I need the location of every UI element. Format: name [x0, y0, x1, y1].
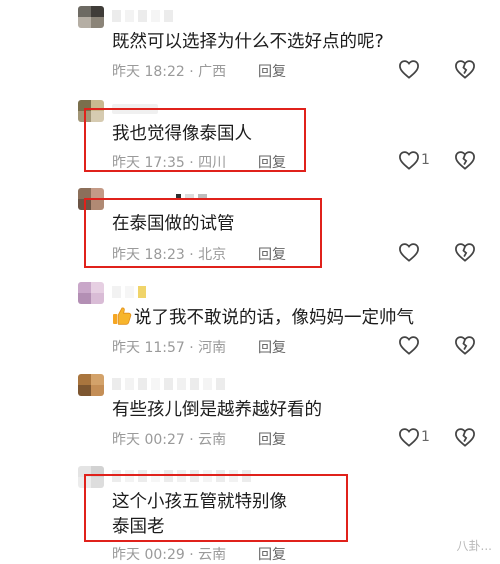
highlight-box — [84, 198, 322, 268]
comment-time: 昨天 18:22 — [112, 64, 185, 80]
comment-text: 既然可以选择为什么不选好点的呢? — [112, 32, 384, 52]
comment-text: 有些孩儿倒是越养越好看的 — [112, 400, 322, 420]
comment-item: 有些孩儿倒是越养越好看的 昨天 00:27 · 云南 回复 1 — [0, 368, 500, 460]
comment-time: 昨天 00:27 — [112, 432, 185, 448]
broken-heart-icon[interactable] — [454, 59, 476, 79]
username-mosaic[interactable] — [112, 10, 173, 22]
comment-meta: 昨天 00:27 · 云南 — [112, 429, 226, 449]
broken-heart-icon[interactable] — [454, 242, 476, 262]
like-count: 1 — [421, 429, 430, 445]
comment-item: 在泰国做的试管 昨天 18:23 · 北京 回复 — [0, 184, 500, 276]
comment-text-content: 说了我不敢说的话，像妈妈一定帅气 — [134, 308, 414, 328]
comment-item: 我也觉得像泰国人 昨天 17:35 · 四川 回复 1 — [0, 92, 500, 184]
avatar[interactable] — [78, 374, 104, 396]
comment-time: 昨天 11:57 — [112, 340, 185, 356]
comment-meta: 昨天 18:22 · 广西 — [112, 61, 226, 81]
comment-location: 云南 — [198, 432, 227, 448]
heart-icon[interactable] — [398, 150, 420, 170]
watermark: 八卦... — [456, 539, 492, 553]
heart-icon[interactable] — [398, 242, 420, 262]
reply-button[interactable]: 回复 — [258, 544, 286, 564]
like-count: 1 — [421, 152, 430, 168]
avatar[interactable] — [78, 282, 104, 304]
comment-text: 说了我不敢说的话，像妈妈一定帅气 — [112, 306, 414, 331]
avatar[interactable] — [78, 6, 104, 28]
broken-heart-icon[interactable] — [454, 427, 476, 447]
comment-meta: 昨天 11:57 · 河南 — [112, 337, 226, 357]
broken-heart-icon[interactable] — [454, 335, 476, 355]
comment-time: 昨天 00:29 — [112, 547, 185, 563]
comment-item: 说了我不敢说的话，像妈妈一定帅气 昨天 11:57 · 河南 回复 — [0, 276, 500, 368]
highlight-box — [84, 474, 348, 542]
meta-separator: · — [184, 64, 199, 80]
comment-location: 河南 — [198, 340, 227, 356]
reply-button[interactable]: 回复 — [258, 429, 286, 449]
heart-icon[interactable] — [398, 335, 420, 355]
comment-item: 既然可以选择为什么不选好点的呢? 昨天 18:22 · 广西 回复 — [0, 0, 500, 92]
reply-button[interactable]: 回复 — [258, 61, 286, 81]
username-mosaic[interactable] — [112, 378, 225, 390]
comment-item: 这个小孩五管就特别像 泰国老 昨天 00:29 · 云南 回复 — [0, 460, 500, 563]
meta-separator: · — [184, 547, 199, 563]
meta-separator: · — [184, 432, 199, 448]
heart-icon[interactable] — [398, 59, 420, 79]
broken-heart-icon[interactable] — [454, 150, 476, 170]
meta-separator: · — [184, 340, 199, 356]
comment-location: 广西 — [198, 64, 227, 80]
reply-button[interactable]: 回复 — [258, 337, 286, 357]
thumbs-up-icon — [113, 307, 132, 325]
comment-location: 云南 — [198, 547, 227, 563]
heart-icon[interactable] — [398, 427, 420, 447]
username-mosaic[interactable] — [112, 286, 146, 298]
comment-meta: 昨天 00:29 · 云南 — [112, 544, 226, 564]
highlight-box — [84, 108, 306, 172]
